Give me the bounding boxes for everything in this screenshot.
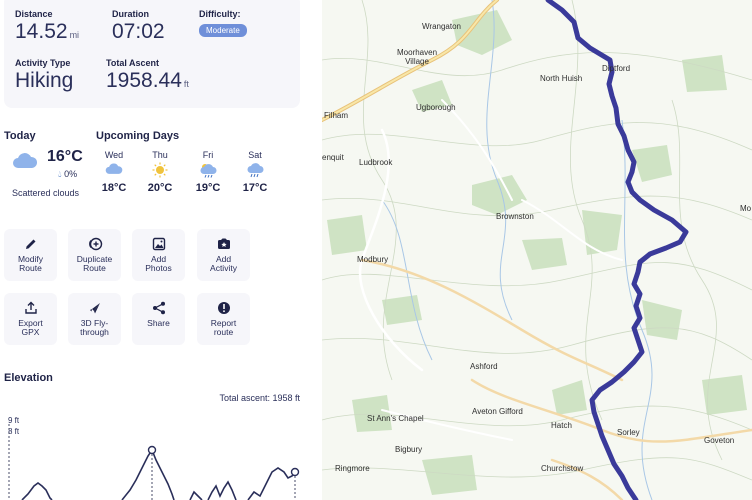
- report-route-button[interactable]: Report route: [197, 293, 250, 345]
- cloud-icon: [94, 162, 134, 180]
- stats-card: Distance 14.52 mi Duration 07:02 Difficul…: [4, 0, 300, 108]
- forecast-day-name: Fri: [202, 150, 214, 160]
- route-details-panel: Distance 14.52 mi Duration 07:02 Difficul…: [0, 0, 322, 500]
- map-label: Ashford: [470, 362, 498, 371]
- forecast-day: Wed 18°C: [94, 150, 134, 194]
- elevation-total-ascent: Total ascent: 1958 ft: [219, 393, 300, 403]
- map-label: Wrangaton: [422, 22, 461, 31]
- forecast-day-temp: 20°C: [147, 182, 173, 194]
- total-ascent-unit: ft: [183, 79, 189, 89]
- add-photos-button[interactable]: Add Photos: [132, 229, 185, 281]
- forecast-day: Sat 17°C: [235, 150, 275, 194]
- duplicate-route-button[interactable]: Duplicate Route: [68, 229, 121, 281]
- sun-icon: [140, 162, 180, 180]
- map-label: Ugborough: [416, 103, 456, 112]
- export-gpx-button[interactable]: Export GPX: [4, 293, 57, 345]
- forecast-day-name: Sat: [248, 150, 262, 160]
- action-label: Duplicate Route: [76, 254, 113, 273]
- photo-icon: [152, 237, 165, 251]
- forecast-day-temp: 17°C: [242, 182, 268, 194]
- action-label: Add Photos: [145, 254, 172, 273]
- map-label: St Ann's Chapel: [367, 414, 424, 423]
- map-label: North Huish: [540, 74, 583, 83]
- difficulty-label: Difficulty:: [199, 9, 241, 19]
- map-label: enquit: [322, 153, 344, 162]
- difficulty-badge: Moderate: [199, 24, 247, 37]
- report-icon: [217, 302, 230, 314]
- today-temperature: 16°C: [47, 148, 83, 165]
- route-map[interactable]: Wrangaton Moorhaven Village North Huish …: [322, 0, 752, 500]
- forecast-day-temp: 18°C: [101, 182, 127, 194]
- map-label: Churchstow: [541, 464, 584, 473]
- elevation-chart[interactable]: [0, 410, 322, 500]
- activity-type-stat: Activity Type Hiking: [15, 58, 73, 93]
- forecast-day: Thu 20°C: [140, 150, 180, 194]
- add-activity-button[interactable]: Add Activity: [197, 229, 250, 281]
- forecast-day: Fri 19°C: [188, 150, 228, 194]
- action-label: Report route: [210, 318, 237, 337]
- action-label: Modify Route: [17, 254, 44, 273]
- total-ascent-number: 1958.44: [106, 69, 182, 92]
- flythrough-icon: [89, 303, 100, 314]
- duration-label: Duration: [112, 9, 149, 19]
- map-label: Brownston: [496, 212, 534, 221]
- elevation-marker: [147, 445, 157, 455]
- cloud-icon: [12, 152, 38, 175]
- map-label: Ludbrook: [359, 158, 393, 167]
- elevation-heading: Elevation: [4, 372, 53, 384]
- map-label: Modbury: [357, 255, 389, 264]
- share-icon: [152, 301, 165, 315]
- distance-number: 14.52: [15, 20, 68, 43]
- share-button[interactable]: Share: [132, 293, 185, 345]
- total-ascent-value: 1958.44 ft: [106, 69, 189, 93]
- total-ascent-stat: Total Ascent 1958.44 ft: [106, 58, 189, 93]
- flythrough-button[interactable]: 3D Fly- through: [68, 293, 121, 345]
- modify-route-button[interactable]: Modify Route: [4, 229, 57, 281]
- activity-icon: [217, 238, 230, 249]
- today-condition: Scattered clouds: [12, 188, 80, 198]
- action-label: Add Activity: [210, 254, 237, 273]
- elevation-marker: [290, 467, 300, 477]
- map-label: Diptford: [602, 64, 631, 73]
- map-label: Mo: [740, 204, 752, 213]
- pencil-icon: [25, 239, 35, 249]
- forecast-day-name: Thu: [152, 150, 168, 160]
- action-label: 3D Fly- through: [80, 318, 109, 337]
- raindrop-icon: 💧︎: [58, 169, 62, 179]
- map-label: Filham: [324, 111, 349, 120]
- action-label: Export GPX: [18, 318, 43, 337]
- activity-type-label: Activity Type: [15, 58, 71, 68]
- difficulty-stat: Difficulty: Moderate: [199, 9, 247, 38]
- action-label: Share: [147, 318, 170, 328]
- distance-label: Distance: [15, 9, 53, 19]
- elevation-line: [21, 448, 297, 500]
- today-heading: Today: [4, 130, 36, 142]
- distance-stat: Distance 14.52 mi: [15, 9, 79, 44]
- duration-stat: Duration 07:02: [112, 9, 165, 44]
- cloud-rain-icon: [235, 162, 275, 180]
- duration-value: 07:02: [112, 20, 165, 43]
- distance-value: 14.52 mi: [15, 20, 79, 44]
- upcoming-days-heading: Upcoming Days: [96, 130, 180, 142]
- today-precip-value: 0%: [64, 169, 78, 179]
- duplicate-icon: [88, 237, 102, 251]
- map-label: Hatch: [551, 421, 572, 430]
- sun-cloud-rain-icon: [188, 162, 228, 180]
- total-ascent-label: Total Ascent: [106, 58, 160, 68]
- export-icon: [24, 301, 37, 314]
- map-label: Goveton: [704, 436, 735, 445]
- map-label: Moorhaven Village: [397, 48, 438, 66]
- forecast-day-temp: 19°C: [195, 182, 221, 194]
- map-label: Aveton Gifford: [472, 407, 523, 416]
- distance-unit: mi: [69, 30, 80, 40]
- map-label: Sorley: [617, 428, 640, 437]
- activity-type-value: Hiking: [15, 69, 74, 92]
- map-label: Bigbury: [395, 445, 423, 454]
- today-precipitation: 💧︎ 0%: [58, 169, 77, 180]
- map-label: Ringmore: [335, 464, 370, 473]
- map-base: [322, 0, 752, 500]
- forecast-day-name: Wed: [104, 150, 124, 160]
